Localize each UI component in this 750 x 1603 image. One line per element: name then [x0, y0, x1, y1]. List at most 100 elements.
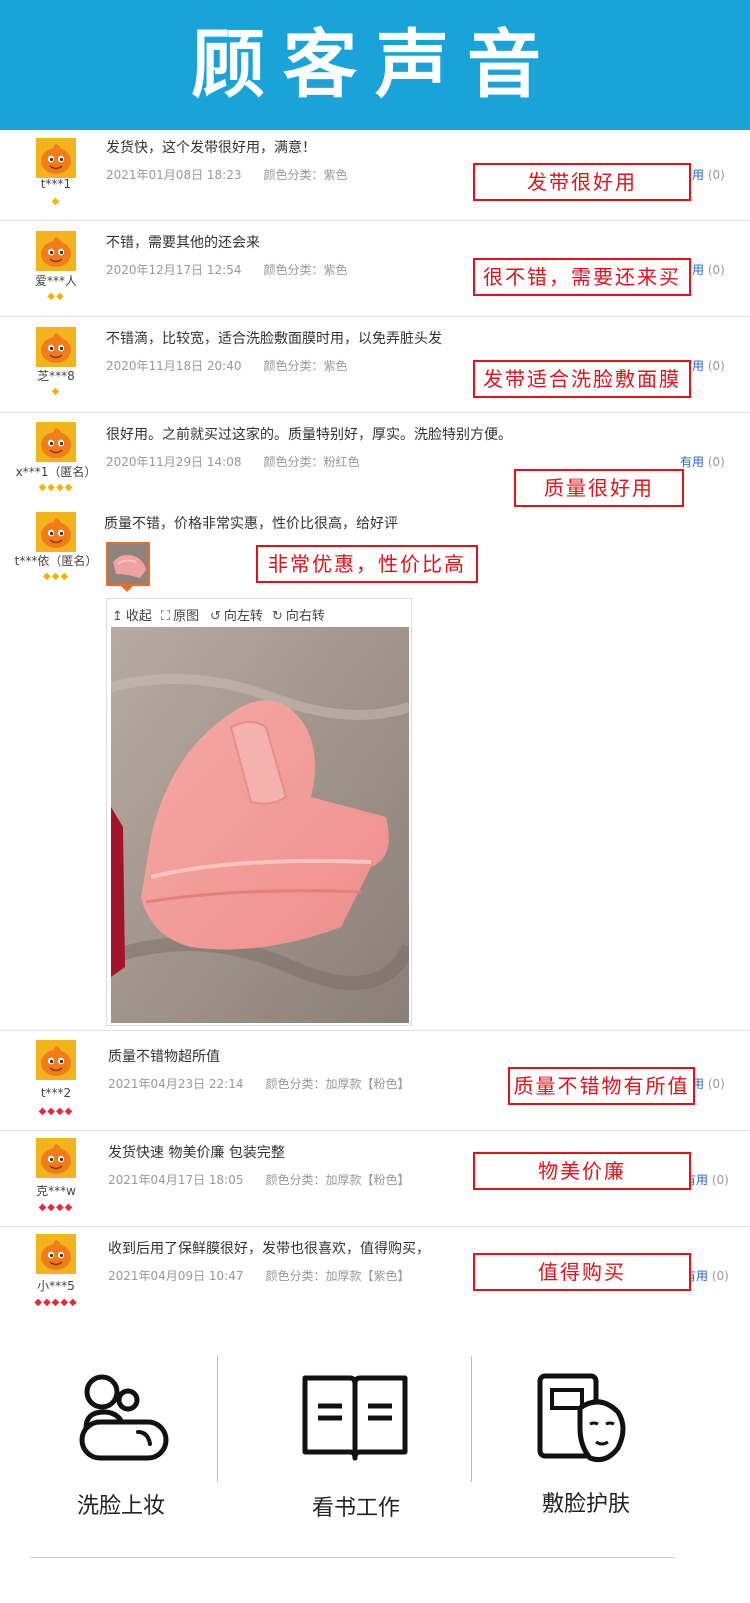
- review-sku: 颜色分类：加厚款【紫色】: [265, 1269, 410, 1283]
- useful-count: (0): [707, 359, 725, 373]
- collapse-label[interactable]: 收起: [126, 609, 152, 624]
- review-text: 收到后用了保鲜膜很好，发带也很喜欢，值得购买，: [108, 1241, 430, 1257]
- avatar[interactable]: [36, 422, 76, 462]
- expand-icon: ⛶: [161, 609, 171, 624]
- review-text: 质量不错，价格非常实惠，性价比很高，给好评: [104, 516, 398, 532]
- rotate-right-icon: ↻: [272, 609, 283, 624]
- review-date: 2020年11月29日 14:08: [106, 455, 242, 469]
- review-meta: 2020年11月18日 20:40 颜色分类：紫色: [106, 357, 348, 374]
- useful-label[interactable]: 有用: [680, 455, 704, 469]
- avatar[interactable]: [36, 327, 76, 367]
- original-label[interactable]: 原图: [173, 609, 199, 624]
- feature-label-mask: 敷脸护肤: [541, 1492, 630, 1517]
- face-mask-icon: [537, 1373, 626, 1463]
- username[interactable]: 芝***8: [1, 367, 111, 384]
- highlight-callout: 很不错，需要还来买: [473, 258, 691, 296]
- username[interactable]: 小***5: [1, 1277, 111, 1294]
- username[interactable]: t***依（匿名）: [1, 552, 111, 569]
- review-text: 发货快速 物美价廉 包装完整: [108, 1145, 285, 1161]
- review-text: 不错，需要其他的还会来: [106, 235, 260, 251]
- avatar[interactable]: [36, 231, 76, 271]
- rotate-left-icon: ↺: [210, 609, 221, 624]
- username[interactable]: x***1（匿名）: [1, 463, 111, 480]
- username[interactable]: 克***w: [1, 1182, 111, 1199]
- highlight-callout: 质量很好用: [514, 469, 684, 507]
- rating-gems: ◆: [51, 386, 61, 397]
- rotate-right-label[interactable]: 向右转: [286, 609, 325, 624]
- divider: [0, 1226, 750, 1227]
- username[interactable]: t***2: [1, 1086, 111, 1100]
- rotate-left-button[interactable]: ↺ 向左转: [210, 605, 263, 624]
- collapse-icon: ↥: [112, 609, 123, 624]
- review-photo-thumbnail[interactable]: [106, 542, 150, 586]
- review-meta: 2021年04月17日 18:05 颜色分类：加厚款【粉色】: [108, 1171, 410, 1188]
- review-text: 不错滴，比较宽，适合洗脸敷面膜时用，以免弄脏头发: [106, 331, 442, 347]
- divider: [0, 1130, 750, 1131]
- review-sku: 颜色分类：紫色: [263, 359, 348, 373]
- feature-divider: [471, 1356, 472, 1482]
- divider: [0, 316, 750, 317]
- feature-label-wash: 洗脸上妆: [76, 1494, 165, 1519]
- useful-count: (0): [707, 1077, 725, 1091]
- page-title: 顾客声音: [191, 22, 559, 108]
- review-date: 2020年11月18日 20:40: [106, 359, 242, 373]
- review-sku: 颜色分类：紫色: [263, 168, 348, 182]
- review-meta: 2021年04月09日 10:47 颜色分类：加厚款【紫色】: [108, 1267, 410, 1284]
- useful-count: (0): [707, 263, 725, 277]
- avatar[interactable]: [36, 1234, 76, 1274]
- useful-count: (0): [707, 168, 725, 182]
- open-book-icon: [302, 1375, 408, 1461]
- rating-gems: ◆◆: [47, 291, 65, 302]
- feature-divider: [217, 1356, 218, 1482]
- original-image-button[interactable]: ⛶ 原图: [161, 605, 199, 624]
- review-meta: 2020年11月29日 14:08 颜色分类：粉红色: [106, 453, 360, 470]
- review-sku: 颜色分类：加厚款【粉色】: [265, 1173, 410, 1187]
- highlight-callout: 发带很好用: [473, 163, 691, 201]
- highlight-callout: 物美价廉: [473, 1152, 691, 1190]
- useful-count: (0): [707, 455, 725, 469]
- highlight-callout: 质量不错物有所值: [508, 1067, 695, 1105]
- divider: [0, 220, 750, 221]
- review-sku: 颜色分类：加厚款【粉色】: [265, 1077, 410, 1091]
- rating-gems: ◆◆◆◆: [38, 1202, 74, 1213]
- thumbnail-pointer: [121, 586, 133, 592]
- avatar[interactable]: [36, 1138, 76, 1178]
- rating-gems: ◆◆◆◆◆: [34, 1297, 78, 1308]
- avatar[interactable]: [36, 1040, 76, 1080]
- username[interactable]: t***1: [1, 177, 111, 191]
- divider: [0, 412, 750, 413]
- review-date: 2020年12月17日 12:54: [106, 263, 242, 277]
- rating-gems: ◆: [51, 196, 61, 207]
- useful-count: (0): [711, 1173, 729, 1187]
- review-text: 发货快，这个发带很好用，满意！: [106, 140, 316, 156]
- highlight-callout: 值得购买: [473, 1253, 691, 1291]
- review-photo: [111, 627, 409, 1023]
- review-text: 很好用。之前就买过这家的。质量特别好，厚实。洗脸特别方便。: [106, 427, 512, 443]
- review-date: 2021年01月08日 18:23: [106, 168, 242, 182]
- review-date: 2021年04月17日 18:05: [108, 1173, 244, 1187]
- review-meta: 2020年12月17日 12:54 颜色分类：紫色: [106, 261, 348, 278]
- review-text: 质量不错物超所值: [108, 1049, 220, 1065]
- review-sku: 颜色分类：粉红色: [263, 455, 360, 469]
- useful-button[interactable]: 有用 (0): [680, 453, 725, 470]
- avatar[interactable]: [36, 512, 76, 552]
- divider: [0, 1030, 750, 1031]
- collapse-button[interactable]: ↥ 收起: [112, 605, 152, 624]
- avatar[interactable]: [36, 138, 76, 178]
- highlight-callout: 非常优惠，性价比高: [256, 545, 478, 583]
- rating-gems: ◆◆◆: [42, 571, 70, 582]
- rating-gems: ◆◆◆◆: [38, 482, 74, 493]
- review-meta: 2021年04月23日 22:14 颜色分类：加厚款【粉色】: [108, 1075, 410, 1092]
- rotate-left-label[interactable]: 向左转: [224, 609, 263, 624]
- review-date: 2021年04月23日 22:14: [108, 1077, 244, 1091]
- username[interactable]: 爱***人: [1, 272, 111, 289]
- highlight-callout: 发带适合洗脸敷面膜: [473, 360, 691, 398]
- review-meta: 2021年01月08日 18:23 颜色分类：紫色: [106, 166, 348, 183]
- face-wash-icon: [79, 1374, 169, 1461]
- rating-gems: ◆◆◆◆: [38, 1106, 74, 1117]
- image-viewer: ↥ 收起 ⛶ 原图 ↺ 向左转 ↻ 向右转: [106, 598, 412, 1026]
- rotate-right-button[interactable]: ↻ 向右转: [272, 605, 325, 624]
- review-sku: 颜色分类：紫色: [263, 263, 348, 277]
- feature-label-reading: 看书工作: [311, 1496, 400, 1521]
- bottom-divider: [30, 1557, 676, 1558]
